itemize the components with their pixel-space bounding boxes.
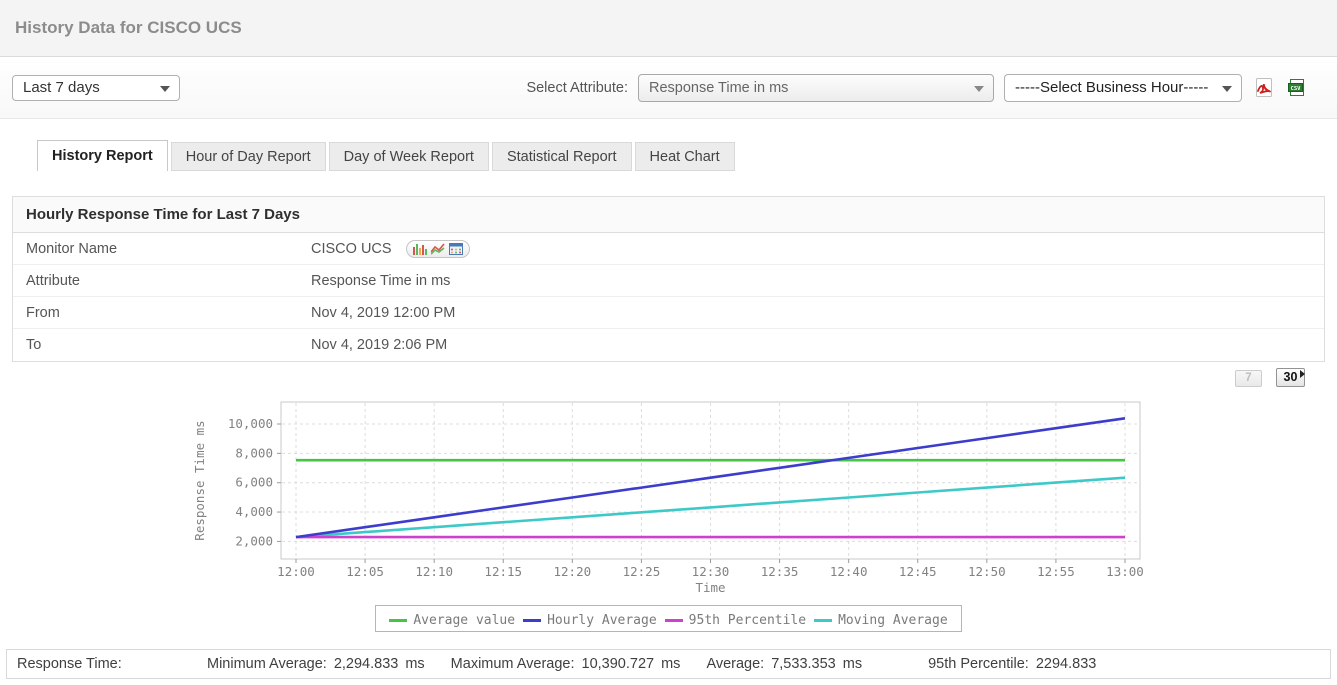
stat-value: 2294.833 xyxy=(1036,656,1096,672)
table-row: Monitor Name CISCO UCS xyxy=(13,233,1324,265)
history-chart-svg: 12:00 12:05 12:10 12:15 12:20 12:25 12:30 12:35… xyxy=(190,397,1150,597)
stat-label: Minimum Average: xyxy=(207,656,327,672)
svg-text:12:15: 12:15 xyxy=(484,564,522,579)
monitor-name-label: Monitor Name xyxy=(13,241,311,257)
chevron-down-icon xyxy=(974,86,984,92)
legend-label: Moving Average xyxy=(838,613,948,628)
monitor-graph-shortcuts[interactable] xyxy=(406,240,470,258)
table-row: Attribute Response Time in ms xyxy=(13,265,1324,297)
chevron-down-icon xyxy=(1222,86,1232,92)
legend-swatch-icon xyxy=(665,619,683,622)
select-attribute-label: Select Attribute: xyxy=(526,80,628,96)
svg-text:4,000: 4,000 xyxy=(235,504,273,519)
legend-label: Hourly Average xyxy=(547,613,657,628)
svg-text:12:20: 12:20 xyxy=(554,564,592,579)
svg-text:12:35: 12:35 xyxy=(761,564,799,579)
legend-swatch-icon xyxy=(389,619,407,622)
tab-day-of-week-report[interactable]: Day of Week Report xyxy=(329,142,489,171)
table-view-icon[interactable] xyxy=(449,243,463,255)
chart-legend-wrap: Average value Hourly Average 95th Percenti… xyxy=(0,605,1337,632)
range-30-label: 30 xyxy=(1284,370,1298,384)
range-30-marker-icon xyxy=(1300,370,1305,378)
svg-text:Response Time ms: Response Time ms xyxy=(192,420,207,540)
csv-icon-text: CSV xyxy=(1291,86,1302,92)
range-7-button: 7 xyxy=(1235,370,1262,387)
attribute-select[interactable]: Response Time in ms xyxy=(638,74,994,102)
to-label: To xyxy=(13,337,311,353)
attribute-value: Response Time in ms xyxy=(311,273,450,289)
legend-label: 95th Percentile xyxy=(689,613,806,628)
svg-text:8,000: 8,000 xyxy=(235,445,273,460)
svg-text:12:45: 12:45 xyxy=(899,564,937,579)
stat-label: Average: xyxy=(706,656,764,672)
svg-text:6,000: 6,000 xyxy=(235,475,273,490)
to-value: Nov 4, 2019 2:06 PM xyxy=(311,337,447,353)
legend-item: 95th Percentile xyxy=(665,613,806,628)
legend-item: Moving Average xyxy=(814,613,948,628)
range-buttons: 7 30 xyxy=(1235,368,1305,387)
table-row: From Nov 4, 2019 12:00 PM xyxy=(13,297,1324,329)
legend-item: Average value xyxy=(389,613,515,628)
report-tabbar: History Report Hour of Day Report Day of… xyxy=(37,140,1337,171)
chart-legend: Average value Hourly Average 95th Percenti… xyxy=(375,605,961,632)
stat-minimum-average: Minimum Average: 2,294.833 ms xyxy=(207,656,425,672)
time-period-value: Last 7 days xyxy=(23,79,100,96)
attribute-label: Attribute xyxy=(13,273,311,289)
chart-section: 7 30 12:00 12:05 12:10 12:15 12:20 12:25 12:30… xyxy=(0,362,1337,649)
stat-label: Maximum Average: xyxy=(451,656,575,672)
tab-heat-chart[interactable]: Heat Chart xyxy=(635,142,735,171)
attribute-value: Response Time in ms xyxy=(649,80,788,96)
svg-text:13:00: 13:00 xyxy=(1106,564,1144,579)
svg-text:12:40: 12:40 xyxy=(830,564,868,579)
stat-value: 2,294.833 xyxy=(334,656,399,672)
svg-text:2,000: 2,000 xyxy=(235,533,273,548)
svg-text:12:55: 12:55 xyxy=(1037,564,1075,579)
time-period-select[interactable]: Last 7 days xyxy=(12,75,180,101)
stat-unit: ms xyxy=(405,656,424,672)
legend-label: Average value xyxy=(413,613,515,628)
business-hour-select[interactable]: -----Select Business Hour----- xyxy=(1004,74,1242,102)
summary-caption: Response Time: xyxy=(7,656,207,672)
legend-swatch-icon xyxy=(814,619,832,622)
monitor-name-value: CISCO UCS xyxy=(311,241,392,257)
legend-item: Hourly Average xyxy=(523,613,657,628)
legend-swatch-icon xyxy=(523,619,541,622)
tab-hour-of-day-report[interactable]: Hour of Day Report xyxy=(171,142,326,171)
from-value: Nov 4, 2019 12:00 PM xyxy=(311,305,455,321)
svg-text:Time: Time xyxy=(695,580,725,595)
page-title: History Data for CISCO UCS xyxy=(15,18,242,38)
from-label: From xyxy=(13,305,311,321)
pdf-export-icon[interactable] xyxy=(1254,77,1274,98)
stat-95th-percentile: 95th Percentile: 2294.833 xyxy=(928,656,1096,672)
svg-text:12:30: 12:30 xyxy=(692,564,730,579)
line-chart-icon[interactable] xyxy=(431,243,445,255)
svg-text:12:25: 12:25 xyxy=(623,564,661,579)
csv-export-icon[interactable]: CSV xyxy=(1286,77,1307,98)
tab-statistical-report[interactable]: Statistical Report xyxy=(492,142,632,171)
stat-maximum-average: Maximum Average: 10,390.727 ms xyxy=(451,656,681,672)
stat-average: Average: 7,533.353 ms xyxy=(706,656,862,672)
business-hour-value: -----Select Business Hour----- xyxy=(1015,79,1208,96)
svg-text:10,000: 10,000 xyxy=(228,416,273,431)
chevron-down-icon xyxy=(160,86,170,92)
stat-label: 95th Percentile: xyxy=(928,656,1029,672)
tab-history-report[interactable]: History Report xyxy=(37,140,168,171)
svg-text:12:00: 12:00 xyxy=(277,564,315,579)
bar-chart-icon[interactable] xyxy=(413,243,427,255)
svg-text:12:50: 12:50 xyxy=(968,564,1006,579)
summary-bar: Response Time: Minimum Average: 2,294.83… xyxy=(6,649,1331,679)
stat-value: 10,390.727 xyxy=(582,656,655,672)
report-box: Hourly Response Time for Last 7 Days Mon… xyxy=(12,196,1325,362)
toolbar: Last 7 days Select Attribute: Response T… xyxy=(0,57,1337,119)
report-title: Hourly Response Time for Last 7 Days xyxy=(13,197,1324,233)
page-header: History Data for CISCO UCS xyxy=(0,0,1337,57)
stat-value: 7,533.353 xyxy=(771,656,836,672)
stat-unit: ms xyxy=(661,656,680,672)
svg-text:12:05: 12:05 xyxy=(346,564,384,579)
stat-unit: ms xyxy=(843,656,862,672)
range-30-button[interactable]: 30 xyxy=(1276,368,1305,387)
table-row: To Nov 4, 2019 2:06 PM xyxy=(13,329,1324,361)
svg-text:12:10: 12:10 xyxy=(415,564,453,579)
